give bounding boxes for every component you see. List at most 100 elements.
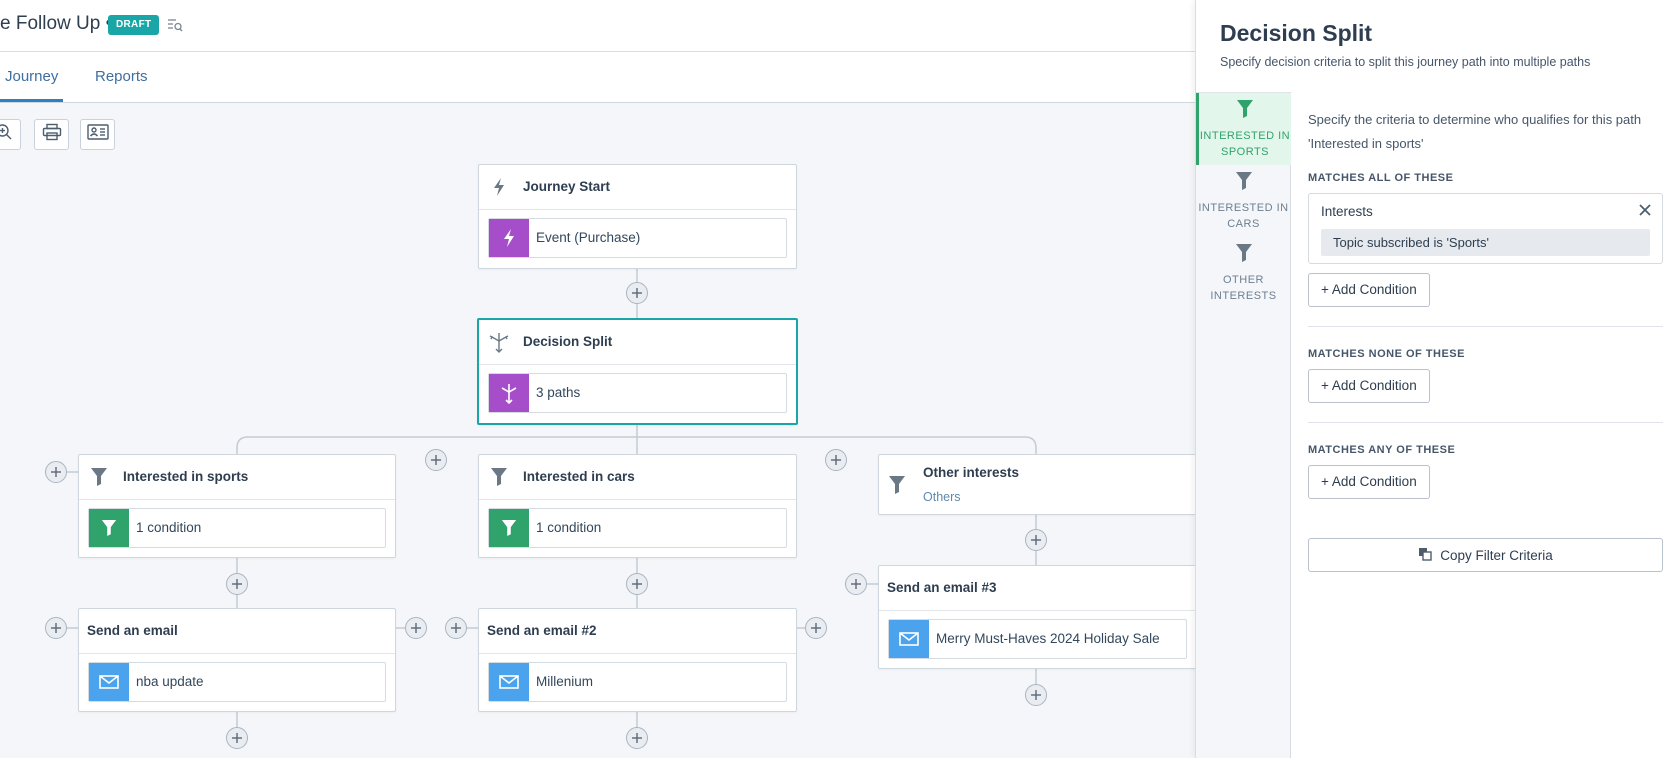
other-interests-node[interactable]: Other interests Others — [878, 454, 1208, 515]
node-title: Interested in cars — [523, 469, 635, 484]
add-step-button[interactable] — [805, 617, 827, 639]
plus-icon — [232, 579, 242, 589]
tab-bar: Journey Reports — [0, 52, 1195, 103]
matches-none-heading: MATCHES NONE OF THESE — [1308, 348, 1465, 360]
node-header: Decision Split — [479, 320, 796, 365]
split-icon — [488, 331, 510, 353]
decision-split-panel: Decision Split Specify decision criteria… — [1195, 0, 1667, 758]
node-header: Send an email #3 — [879, 566, 1207, 611]
node-action-event[interactable]: Event (Purchase) — [488, 218, 787, 258]
node-email[interactable]: nba update — [88, 662, 386, 702]
node-condition[interactable]: 1 condition — [88, 508, 386, 548]
path-nav-interested-in-cars[interactable]: INTERESTED IN CARS — [1196, 165, 1291, 237]
details-icon[interactable] — [167, 17, 183, 33]
node-title: Decision Split — [523, 334, 613, 349]
node-subtitle: Others — [923, 490, 961, 504]
lightning-icon — [489, 219, 529, 257]
path-nav-label: OTHER INTERESTS — [1210, 274, 1277, 302]
plus-icon — [632, 579, 642, 589]
node-body-label: nba update — [136, 674, 204, 689]
add-step-button[interactable] — [445, 617, 467, 639]
node-email[interactable]: Millenium — [488, 662, 787, 702]
node-body-label: Event (Purchase) — [536, 230, 641, 245]
active-tab-indicator — [0, 99, 63, 102]
add-branch-button[interactable] — [45, 461, 67, 483]
plus-icon — [451, 623, 461, 633]
criteria-condition-chip[interactable]: Topic subscribed is 'Sports' — [1321, 229, 1650, 256]
copy-label: Copy Filter Criteria — [1440, 547, 1553, 563]
path-nav-interested-in-sports[interactable]: INTERESTED IN SPORTS — [1196, 93, 1291, 165]
interested-in-cars-node[interactable]: Interested in cars 1 condition — [478, 454, 797, 558]
matches-all-heading: MATCHES ALL OF THESE — [1308, 172, 1454, 184]
filter-icon — [1235, 244, 1253, 267]
email-icon — [489, 663, 529, 701]
email-icon — [889, 620, 929, 658]
email-icon — [89, 663, 129, 701]
add-branch-button[interactable] — [825, 449, 847, 471]
copy-filter-criteria-button[interactable]: Copy Filter Criteria — [1308, 538, 1663, 572]
tab-reports[interactable]: Reports — [95, 68, 148, 85]
interested-in-sports-node[interactable]: Interested in sports 1 condition — [78, 454, 396, 558]
criteria-title: Interests — [1321, 204, 1373, 219]
plus-icon — [232, 733, 242, 743]
print-button[interactable] — [34, 119, 69, 150]
lightning-icon — [488, 176, 510, 198]
path-nav-label: INTERESTED IN SPORTS — [1199, 130, 1291, 158]
node-body-label: Merry Must-Haves 2024 Holiday Sale — [936, 631, 1160, 646]
path-nav-label: INTERESTED IN CARS — [1198, 202, 1289, 230]
add-step-button[interactable] — [626, 573, 648, 595]
filter-icon — [89, 509, 129, 547]
node-email[interactable]: Merry Must-Haves 2024 Holiday Sale — [888, 619, 1187, 659]
send-email-node[interactable]: Send an email nba update — [78, 608, 396, 712]
add-step-button[interactable] — [226, 727, 248, 749]
node-title: Send an email — [87, 623, 178, 638]
add-step-button[interactable] — [405, 617, 427, 639]
add-step-button[interactable] — [626, 727, 648, 749]
node-action-paths[interactable]: 3 paths — [488, 373, 787, 413]
add-step-button[interactable] — [1025, 684, 1047, 706]
plus-icon — [411, 623, 421, 633]
criteria-card[interactable]: Interests Topic subscribed is 'Sports' — [1308, 193, 1663, 264]
add-condition-button[interactable]: + Add Condition — [1308, 369, 1430, 403]
contact-card-icon — [86, 124, 109, 145]
send-email-2-node[interactable]: Send an email #2 Millenium — [478, 608, 797, 712]
plus-icon — [632, 288, 642, 298]
add-condition-button[interactable]: + Add Condition — [1308, 273, 1430, 307]
add-step-button[interactable] — [226, 573, 248, 595]
filter-icon — [489, 509, 529, 547]
header-bar: e Follow Up • DRAFT — [0, 0, 1195, 52]
copy-icon — [1418, 547, 1432, 564]
plus-icon — [51, 467, 61, 477]
add-step-button[interactable] — [45, 617, 67, 639]
node-body-label: 1 condition — [536, 520, 602, 535]
add-step-button[interactable] — [845, 573, 867, 595]
node-body-label: 3 paths — [536, 385, 581, 400]
node-header: Interested in sports — [79, 455, 395, 500]
add-branch-button[interactable] — [425, 449, 447, 471]
tab-journey[interactable]: Journey — [5, 68, 58, 85]
node-title: Other interests — [923, 465, 1020, 480]
add-condition-button[interactable]: + Add Condition — [1308, 465, 1430, 499]
zoom-in-button[interactable] — [0, 119, 21, 150]
plus-icon — [51, 623, 61, 633]
plus-icon — [811, 623, 821, 633]
node-condition[interactable]: 1 condition — [488, 508, 787, 548]
send-email-3-node[interactable]: Send an email #3 Merry Must-Haves 2024 H… — [878, 565, 1208, 669]
plus-icon — [851, 579, 861, 589]
add-step-button[interactable] — [626, 282, 648, 304]
split-icon — [489, 374, 529, 412]
panel-title: Decision Split — [1220, 20, 1373, 46]
node-title: Send an email #2 — [487, 623, 597, 638]
path-nav-other-interests[interactable]: OTHER INTERESTS — [1196, 237, 1291, 309]
decision-split-node[interactable]: Decision Split 3 paths — [477, 318, 798, 425]
journey-title[interactable]: e Follow Up • — [0, 13, 112, 35]
node-body-label: 1 condition — [136, 520, 202, 535]
add-step-button[interactable] — [1025, 529, 1047, 551]
contact-card-button[interactable] — [80, 119, 115, 150]
close-icon[interactable] — [1638, 203, 1652, 217]
path-nav: INTERESTED IN SPORTS INTERESTED IN CARS … — [1196, 92, 1291, 758]
journey-start-node[interactable]: Journey Start Event (Purchase) — [478, 164, 797, 269]
journey-editor: e Follow Up • DRAFT Journey Reports Jour… — [0, 0, 1667, 758]
plus-icon — [632, 733, 642, 743]
plus-icon — [1031, 690, 1041, 700]
